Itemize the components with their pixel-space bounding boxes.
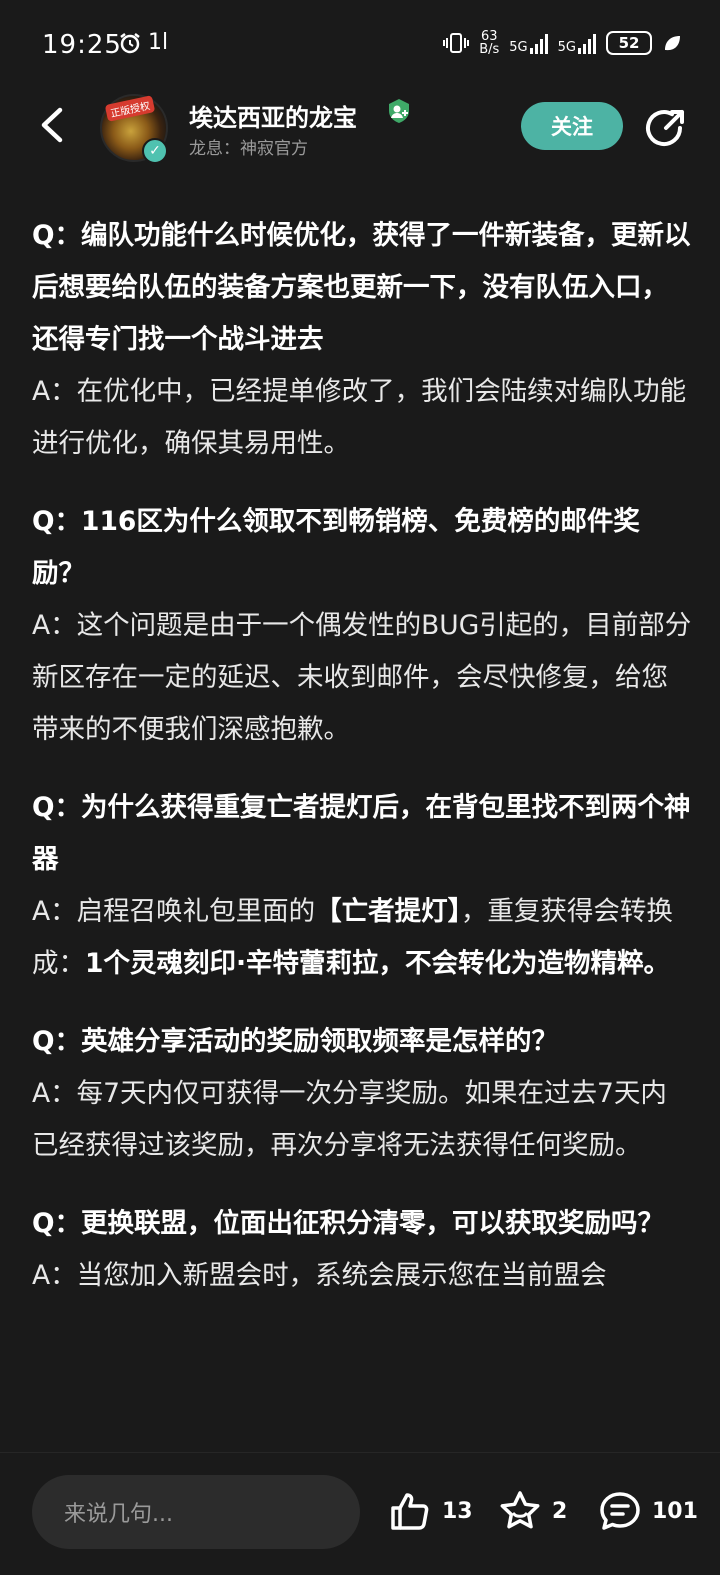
answer-text: A：启程召唤礼包里面的【亡者提灯】，重复获得会转换成：1个灵魂刻印·辛特蕾莉拉，… [32,886,692,990]
data-transfer-indicator: 1l [148,30,169,55]
question-text: Q：为什么获得重复亡者提灯后，在背包里找不到两个神器 [32,792,691,875]
question-text: Q：编队功能什么时候优化，获得了一件新装备，更新以后想要给队伍的装备方案也更新一… [32,220,691,355]
signal-1: 5G [509,32,548,55]
back-arrow-icon[interactable] [34,104,70,146]
thumbs-up-icon [391,1493,429,1530]
qa-item: Q：编队功能什么时候优化，获得了一件新装备，更新以后想要给队伍的装备方案也更新一… [32,210,692,470]
status-bar: 19:25 1l 63 B/s 5G 5G 52 [0,0,720,100]
follow-button[interactable]: 关注 [521,102,623,150]
answer-text: A：当您加入新盟会时，系统会展示您在当前盟会 [32,1260,607,1291]
alarm-icon [120,32,140,53]
qa-item: Q：为什么获得重复亡者提灯后，在背包里找不到两个神器 A：启程召唤礼包里面的【亡… [32,782,692,990]
official-shield-icon [389,99,409,123]
qa-item: Q：英雄分享活动的奖励领取频率是怎样的？ A：每7天内仅可获得一次分享奖励。如果… [32,1016,692,1172]
qa-item: Q：更换联盟，位面出征积分清零，可以获取奖励吗？ A：当您加入新盟会时，系统会展… [32,1198,692,1302]
network-type-2: 5G [557,40,576,55]
network-speed-unit: B/s [479,42,500,57]
comment-bubble-icon [600,1492,640,1530]
favorite-count: 2 [552,1498,568,1524]
author-avatar[interactable]: 正版授权 ✓ [100,94,168,164]
comment-button[interactable]: 101 [598,1489,698,1533]
avatar-tag: 正版授权 [104,95,156,122]
verified-badge-icon: ✓ [142,138,168,164]
question-text: Q：更换联盟，位面出征积分清零，可以获取奖励吗？ [32,1208,665,1239]
status-right-icons: 63 B/s 5G 5G 52 [443,30,682,56]
network-speed: 63 B/s [479,30,499,56]
signal-bars-1-icon [529,32,548,54]
post-header: 正版授权 ✓ 埃达西亚的龙宝 龙息：神寂官方 关注 [0,92,720,172]
answer-highlight: 【亡者提灯】 [315,896,461,927]
leaf-icon [665,36,680,51]
answer-text: A：在优化中，已经提单修改了，我们会陆续对编队功能进行优化，确保其易用性。 [32,376,687,459]
qa-item: Q：116区为什么领取不到畅销榜、免费榜的邮件奖励？ A：这个问题是由于一个偶发… [32,496,692,756]
author-name[interactable]: 埃达西亚的龙宝 [189,98,357,133]
favorite-button[interactable]: 2 [498,1489,567,1533]
answer-text: A：这个问题是由于一个偶发性的BUG引起的，目前部分新区存在一定的延迟、未收到邮… [32,610,692,745]
answer-text: A：每7天内仅可获得一次分享奖励。如果在过去7天内已经获得过该奖励，再次分享将无… [32,1078,667,1161]
battery-indicator: 52 [606,31,652,55]
bottom-action-bar: 来说几句... 13 2 101 [0,1452,720,1575]
question-text: Q：116区为什么领取不到畅销榜、免费榜的邮件奖励？ [32,506,640,589]
author-subtitle: 龙息：神寂官方 [189,139,308,159]
status-left-icons: 1l [118,30,168,55]
network-type-1: 5G [509,40,528,55]
comment-input[interactable]: 来说几句... [32,1475,360,1549]
star-icon [500,1491,540,1529]
answer-highlight: 1个灵魂刻印·辛特蕾莉拉，不会转化为造物精粹。 [85,948,671,979]
like-count: 13 [442,1498,473,1524]
status-time: 19:25 [42,30,122,60]
signal-2: 5G [558,32,596,54]
answer-part: A：启程召唤礼包里面的 [32,896,316,927]
question-text: Q：英雄分享活动的奖励领取频率是怎样的？ [32,1026,559,1057]
post-content: Q：编队功能什么时候优化，获得了一件新装备，更新以后想要给队伍的装备方案也更新一… [32,210,692,1450]
share-icon[interactable] [644,106,688,150]
signal-bars-2-icon [578,32,596,54]
comment-count: 101 [652,1498,698,1524]
vibrate-icon [443,33,470,53]
like-button[interactable]: 13 [388,1489,473,1533]
